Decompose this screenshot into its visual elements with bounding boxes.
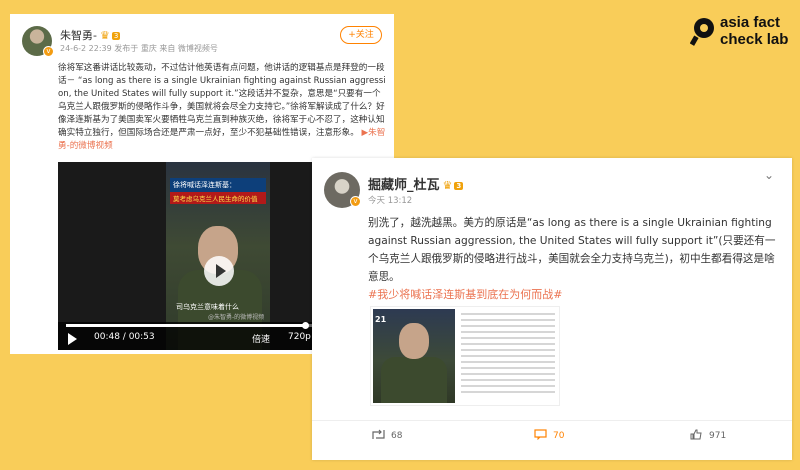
quality-button[interactable]: 720p (288, 332, 311, 342)
comment-count: 70 (553, 431, 565, 441)
author-name[interactable]: 掘藏师_杜瓦 (368, 178, 440, 193)
comment-icon (534, 429, 547, 440)
repost-count: 68 (391, 431, 403, 441)
video-controls: 00:48 / 00:53 倍速 720p ◀) (58, 322, 338, 350)
magnifier-icon (690, 18, 714, 46)
crown-icon: ♛ (99, 29, 110, 42)
video-banner-sub: 莫考虑乌克兰人民生命的价值 (170, 192, 266, 204)
brand-line-1: asia fact (720, 14, 781, 31)
comment-button[interactable]: 70 (534, 429, 564, 441)
asia-fact-check-lab-logo: asia fact check lab (690, 12, 794, 56)
image-text-block (461, 313, 555, 397)
thumbs-up-icon (690, 429, 702, 440)
play-icon[interactable] (68, 333, 77, 345)
verified-badge-icon: v (43, 46, 54, 57)
video-subtitle: 司乌克兰意味着什么 (176, 303, 239, 311)
like-count: 971 (709, 431, 727, 441)
post-actions: 68 70 971 (312, 420, 792, 450)
post-body: 徐将军这番讲话比较轰动，不过估计他英语有点问题，他讲话的逻辑基点是拜登的一段话－… (58, 62, 388, 153)
image-figure-body (381, 357, 447, 403)
chevron-down-icon[interactable]: ⌄ (764, 168, 774, 182)
progress-bar[interactable] (66, 322, 330, 329)
time-display: 00:48 / 00:53 (94, 332, 155, 342)
repost-button[interactable]: 68 (372, 429, 402, 441)
post-text: 徐将军这番讲话比较轰动，不过估计他英语有点问题，他讲话的逻辑基点是拜登的一段话－… (58, 63, 386, 138)
image-tag: 21 (375, 315, 387, 324)
video-watermark: @朱智勇-的微博视频 (208, 314, 265, 321)
speed-button[interactable]: 倍速 (252, 332, 270, 345)
video-player[interactable]: 徐将喊话泽连斯基： 莫考虑乌克兰人民生命的价值 司乌克兰意味着什么 @朱智勇-的… (58, 162, 338, 350)
post-text: 别洗了，越洗越黑。美方的原话是“as long as there is a si… (368, 217, 776, 283)
weibo-post-right: v 掘藏师_杜瓦 ♛ 3 今天 13:12 ⌄ 别洗了，越洗越黑。美方的原话是“as… (312, 158, 792, 460)
hashtag-link[interactable]: #我少将喊话泽连斯基到底在为何而战# (368, 286, 562, 302)
image-photo: 21 (373, 309, 455, 403)
video-banner: 徐将喊话泽连斯基： (170, 178, 266, 192)
like-button[interactable]: 971 (690, 429, 726, 441)
crown-icon: ♛ (442, 179, 453, 192)
progress-fill (66, 324, 306, 327)
brand-line-2: check lab (720, 31, 789, 48)
level-badge: 3 (111, 32, 121, 40)
repost-icon (372, 429, 385, 439)
author-name[interactable]: 朱智勇- (60, 29, 97, 42)
play-overlay-icon[interactable] (204, 256, 234, 286)
post-meta: 24-6-2 22:39 发布于 重庆 来自 微博视频号 (60, 44, 218, 53)
follow-button[interactable]: +关注 (340, 26, 382, 44)
progress-knob[interactable] (302, 322, 310, 329)
level-badge: 3 (454, 182, 464, 190)
post-meta: 今天 13:12 (368, 196, 413, 206)
post-image[interactable]: 21 (370, 306, 560, 406)
verified-badge-icon: v (350, 196, 361, 207)
image-figure-head (399, 323, 429, 359)
